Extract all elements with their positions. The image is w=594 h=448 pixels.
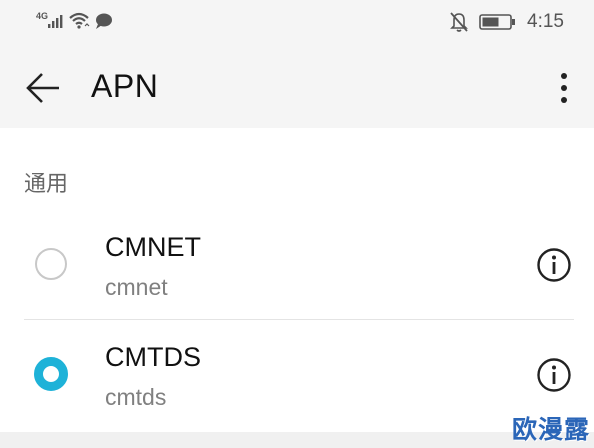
network-type-label: 4G	[36, 11, 48, 21]
apn-info-button-cmtds[interactable]	[536, 357, 572, 393]
notifications-off-icon	[450, 12, 468, 32]
app-bar: APN	[0, 44, 594, 128]
watermark: 欧漫露	[512, 415, 591, 444]
info-icon	[537, 358, 571, 392]
apn-radio-cmtds[interactable]	[34, 357, 68, 391]
radio-unselected-icon	[35, 248, 67, 280]
section-header: 通用	[24, 172, 69, 197]
apn-info-button-cmnet[interactable]	[536, 247, 572, 283]
info-icon	[537, 248, 571, 282]
wifi-icon	[69, 12, 90, 29]
back-button[interactable]	[20, 68, 64, 108]
page-title: APN	[91, 68, 159, 104]
status-left-icons: 4G	[36, 11, 112, 29]
arrow-back-icon	[26, 73, 59, 103]
apn-value: cmnet	[105, 274, 168, 300]
apn-name: CMTDS	[105, 342, 201, 372]
apn-value: cmtds	[105, 384, 167, 410]
more-vertical-icon	[561, 73, 567, 103]
apn-name: CMNET	[105, 232, 201, 262]
battery-icon	[479, 14, 516, 30]
signal-icon: 4G	[36, 11, 63, 28]
message-icon	[96, 13, 112, 29]
apn-item-cmtds[interactable]: CMTDS cmtds	[0, 320, 594, 430]
more-options-button[interactable]	[550, 70, 578, 110]
radio-selected-icon	[34, 357, 68, 391]
apn-item-cmnet[interactable]: CMNET cmnet	[0, 210, 594, 320]
bottom-strip	[0, 432, 594, 448]
status-left: 4G	[36, 10, 116, 32]
status-right: 4:15	[449, 10, 564, 34]
status-time: 4:15	[527, 11, 564, 32]
status-bar: 4G 4:15	[0, 0, 594, 44]
apn-list-panel: 通用 CMNET cmnet CMTDS cmtds	[0, 128, 594, 432]
apn-radio-cmnet[interactable]	[34, 247, 68, 281]
